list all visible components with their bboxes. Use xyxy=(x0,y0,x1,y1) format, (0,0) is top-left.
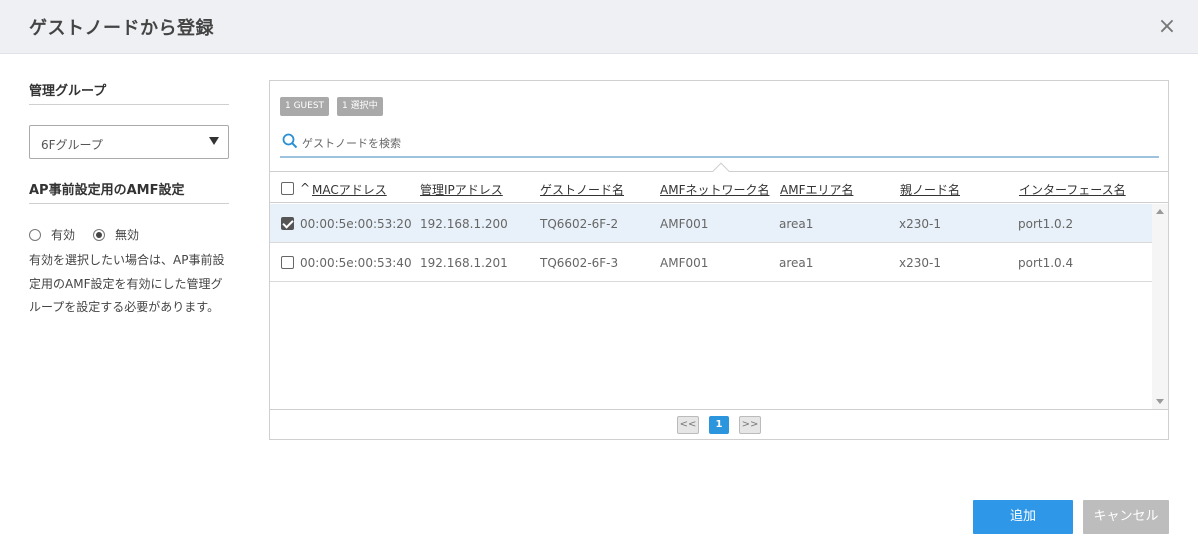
table-row[interactable]: 00:00:5e:00:53:20 192.168.1.200 TQ6602-6… xyxy=(270,204,1152,243)
dialog-title: ゲストノードから登録 xyxy=(29,18,214,39)
column-header-amf-area[interactable]: AMFエリア名 xyxy=(780,181,853,198)
cell-interface: port1.0.4 xyxy=(1018,256,1074,270)
selected-count-badge: 1 選択中 xyxy=(337,97,383,116)
scroll-up-icon[interactable] xyxy=(1156,209,1164,214)
cell-parent-node: x230-1 xyxy=(899,217,941,231)
page-1-button[interactable]: 1 xyxy=(709,416,729,434)
add-button[interactable]: 追加 xyxy=(973,500,1073,534)
cell-ip: 192.168.1.201 xyxy=(420,256,508,270)
row-checkbox[interactable] xyxy=(281,217,294,230)
cell-amf-network: AMF001 xyxy=(660,256,709,270)
cell-mac: 00:00:5e:00:53:40 xyxy=(300,256,412,270)
guest-node-panel: 1 GUEST 1 選択中 ^ MACアドレス 管理IPアドレス ゲストノード名… xyxy=(269,80,1169,440)
table-row[interactable]: 00:00:5e:00:53:40 192.168.1.201 TQ6602-6… xyxy=(270,243,1152,282)
radio-disabled[interactable] xyxy=(93,228,106,241)
amf-note: 有効を選択したい場合は、AP事前設定用のAMF設定を有効にした管理グループを設定… xyxy=(29,253,225,314)
sort-asc-icon: ^ xyxy=(300,181,311,195)
cancel-button[interactable]: キャンセル xyxy=(1083,500,1169,534)
search-icon xyxy=(282,133,298,149)
column-header-parent-node[interactable]: 親ノード名 xyxy=(900,181,960,198)
radio-enabled[interactable] xyxy=(29,228,41,241)
badge-row: 1 GUEST 1 選択中 xyxy=(280,97,383,116)
vertical-scrollbar[interactable] xyxy=(1152,204,1168,409)
search-box xyxy=(280,131,1159,158)
column-header-guest-name[interactable]: ゲストノード名 xyxy=(540,181,624,198)
left-panel: 管理グループ 6Fグループ AP事前設定用のAMF設定 有効 無効 有効を選択し… xyxy=(29,80,229,320)
cell-parent-node: x230-1 xyxy=(899,256,941,270)
cell-amf-area: area1 xyxy=(779,256,814,270)
management-group-value: 6Fグループ xyxy=(41,138,103,152)
management-group-title: 管理グループ xyxy=(29,80,229,105)
cell-guest-name: TQ6602-6F-3 xyxy=(540,256,619,270)
amf-radio-group: 有効 無効 xyxy=(29,226,229,243)
column-header-mac[interactable]: MACアドレス xyxy=(312,181,387,198)
pagination: << 1 >> xyxy=(270,409,1168,439)
next-page-button[interactable]: >> xyxy=(739,416,761,434)
cell-mac: 00:00:5e:00:53:20 xyxy=(300,217,412,231)
amf-setting-title: AP事前設定用のAMF設定 xyxy=(29,179,229,204)
table-header: ^ MACアドレス 管理IPアドレス ゲストノード名 AMFネットワーク名 AM… xyxy=(270,162,1168,203)
close-icon[interactable]: × xyxy=(1156,16,1178,38)
management-group-select[interactable]: 6Fグループ xyxy=(29,125,229,159)
cell-amf-network: AMF001 xyxy=(660,217,709,231)
column-header-amf-network[interactable]: AMFネットワーク名 xyxy=(660,181,769,198)
cell-interface: port1.0.2 xyxy=(1018,217,1074,231)
select-all-checkbox[interactable] xyxy=(281,182,294,195)
radio-disabled-label: 無効 xyxy=(115,228,140,242)
row-checkbox[interactable] xyxy=(281,256,294,269)
radio-enabled-label: 有効 xyxy=(51,228,76,242)
chevron-down-icon xyxy=(209,137,219,145)
column-header-ip[interactable]: 管理IPアドレス xyxy=(420,181,503,198)
dialog-header: ゲストノードから登録 × xyxy=(0,0,1198,54)
scroll-down-icon[interactable] xyxy=(1156,399,1164,404)
header-notch xyxy=(712,162,730,180)
prev-page-button[interactable]: << xyxy=(677,416,699,434)
search-input[interactable] xyxy=(302,133,1142,153)
guest-count-badge: 1 GUEST xyxy=(280,97,330,116)
cell-guest-name: TQ6602-6F-2 xyxy=(540,217,619,231)
column-header-interface[interactable]: インターフェース名 xyxy=(1019,181,1126,198)
cell-amf-area: area1 xyxy=(779,217,814,231)
table-body: 00:00:5e:00:53:20 192.168.1.200 TQ6602-6… xyxy=(270,204,1152,409)
cell-ip: 192.168.1.200 xyxy=(420,217,508,231)
